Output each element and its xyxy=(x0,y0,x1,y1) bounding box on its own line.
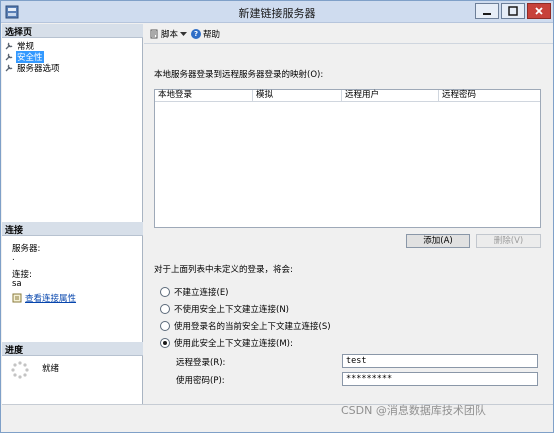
view-connection-link-text: 查看连接属性 xyxy=(25,294,77,304)
help-button[interactable]: ? 帮助 xyxy=(191,28,220,40)
view-connection-properties-link[interactable]: 查看连接属性 xyxy=(12,292,76,304)
nav-item-security[interactable]: 安全性 xyxy=(5,50,44,63)
maximize-button[interactable] xyxy=(501,3,525,19)
mapping-label: 本地服务器登录到远程服务器登录的映射(O): xyxy=(154,70,324,80)
remote-login-input[interactable]: test xyxy=(342,354,538,368)
radio-button-selected[interactable] xyxy=(160,338,170,348)
left-pane: 选择页 常规 安全性 服务器选项 连接 服务器: . 连接: sa 查看连接属性… xyxy=(2,24,143,404)
server-label: 服务器: xyxy=(12,244,41,254)
option-current-security-context[interactable]: 使用登录名的当前安全上下文建立连接(S) xyxy=(160,320,331,332)
nav-item-label: 服务器选项 xyxy=(17,63,60,74)
wrench-icon xyxy=(5,64,13,72)
column-remote-user[interactable]: 远程用户 xyxy=(342,90,439,101)
nav-item-general[interactable]: 常规 xyxy=(5,40,35,52)
radio-button[interactable] xyxy=(160,287,170,297)
maximize-icon xyxy=(508,6,518,16)
select-page-header: 选择页 xyxy=(2,24,143,38)
minimize-icon xyxy=(483,13,491,15)
option-no-connection[interactable]: 不建立连接(E) xyxy=(160,286,229,298)
option-label: 使用此安全上下文建立连接(M): xyxy=(174,339,293,349)
properties-icon xyxy=(12,293,22,303)
remote-login-label: 远程登录(R): xyxy=(176,358,226,368)
column-remote-password[interactable]: 远程密码 xyxy=(439,90,540,101)
option-this-security-context[interactable]: 使用此安全上下文建立连接(M): xyxy=(160,337,293,349)
script-icon xyxy=(150,29,158,38)
password-input[interactable]: ********* xyxy=(342,372,538,386)
remove-button[interactable]: 删除(V) xyxy=(476,234,541,248)
progress-status: 就绪 xyxy=(42,364,60,374)
undefined-logins-label: 对于上面列表中未定义的登录，将会: xyxy=(154,265,293,275)
option-no-security-context[interactable]: 不使用安全上下文建立连接(N) xyxy=(160,303,289,315)
window-title: 新建链接服务器 xyxy=(238,7,316,20)
option-label: 不建立连接(E) xyxy=(174,288,229,298)
add-button[interactable]: 添加(A) xyxy=(406,234,470,248)
nav-item-server-options[interactable]: 服务器选项 xyxy=(5,62,61,74)
column-local-login[interactable]: 本地登录 xyxy=(155,90,253,101)
help-label: 帮助 xyxy=(203,29,221,40)
password-label: 使用密码(P): xyxy=(176,376,225,386)
server-value: . xyxy=(12,253,15,263)
grid-header: 本地登录 模拟 远程用户 远程密码 xyxy=(155,90,540,102)
script-button[interactable]: 脚本 xyxy=(149,28,188,40)
help-icon: ? xyxy=(191,28,202,39)
chevron-down-icon xyxy=(180,31,188,36)
option-label: 不使用安全上下文建立连接(N) xyxy=(174,305,289,315)
title-bar: 新建链接服务器 xyxy=(1,1,553,23)
toolbar: 脚本 ? 帮助 xyxy=(144,24,553,44)
watermark-text: CSDN @消息数据库技术团队 xyxy=(341,404,486,417)
radio-button[interactable] xyxy=(160,321,170,331)
radio-button[interactable] xyxy=(160,304,170,314)
connection-value: sa xyxy=(12,279,22,289)
login-mapping-grid[interactable]: 本地登录 模拟 远程用户 远程密码 xyxy=(154,89,541,228)
script-label: 脚本 xyxy=(161,29,179,40)
progress-spinner-icon xyxy=(11,361,29,379)
radio-dot xyxy=(163,341,167,345)
dialog-window: 新建链接服务器 选择页 常规 安全性 服务器选项 连接 服务器: . 连接: s… xyxy=(0,0,554,433)
wrench-icon xyxy=(5,53,13,61)
wrench-icon xyxy=(5,42,13,50)
option-label: 使用登录名的当前安全上下文建立连接(S) xyxy=(174,322,331,332)
column-impersonate[interactable]: 模拟 xyxy=(253,90,342,101)
progress-header: 进度 xyxy=(2,342,143,356)
minimize-button[interactable] xyxy=(475,3,499,19)
connection-header: 连接 xyxy=(2,222,143,236)
close-button[interactable] xyxy=(527,3,551,19)
close-icon xyxy=(535,7,543,15)
